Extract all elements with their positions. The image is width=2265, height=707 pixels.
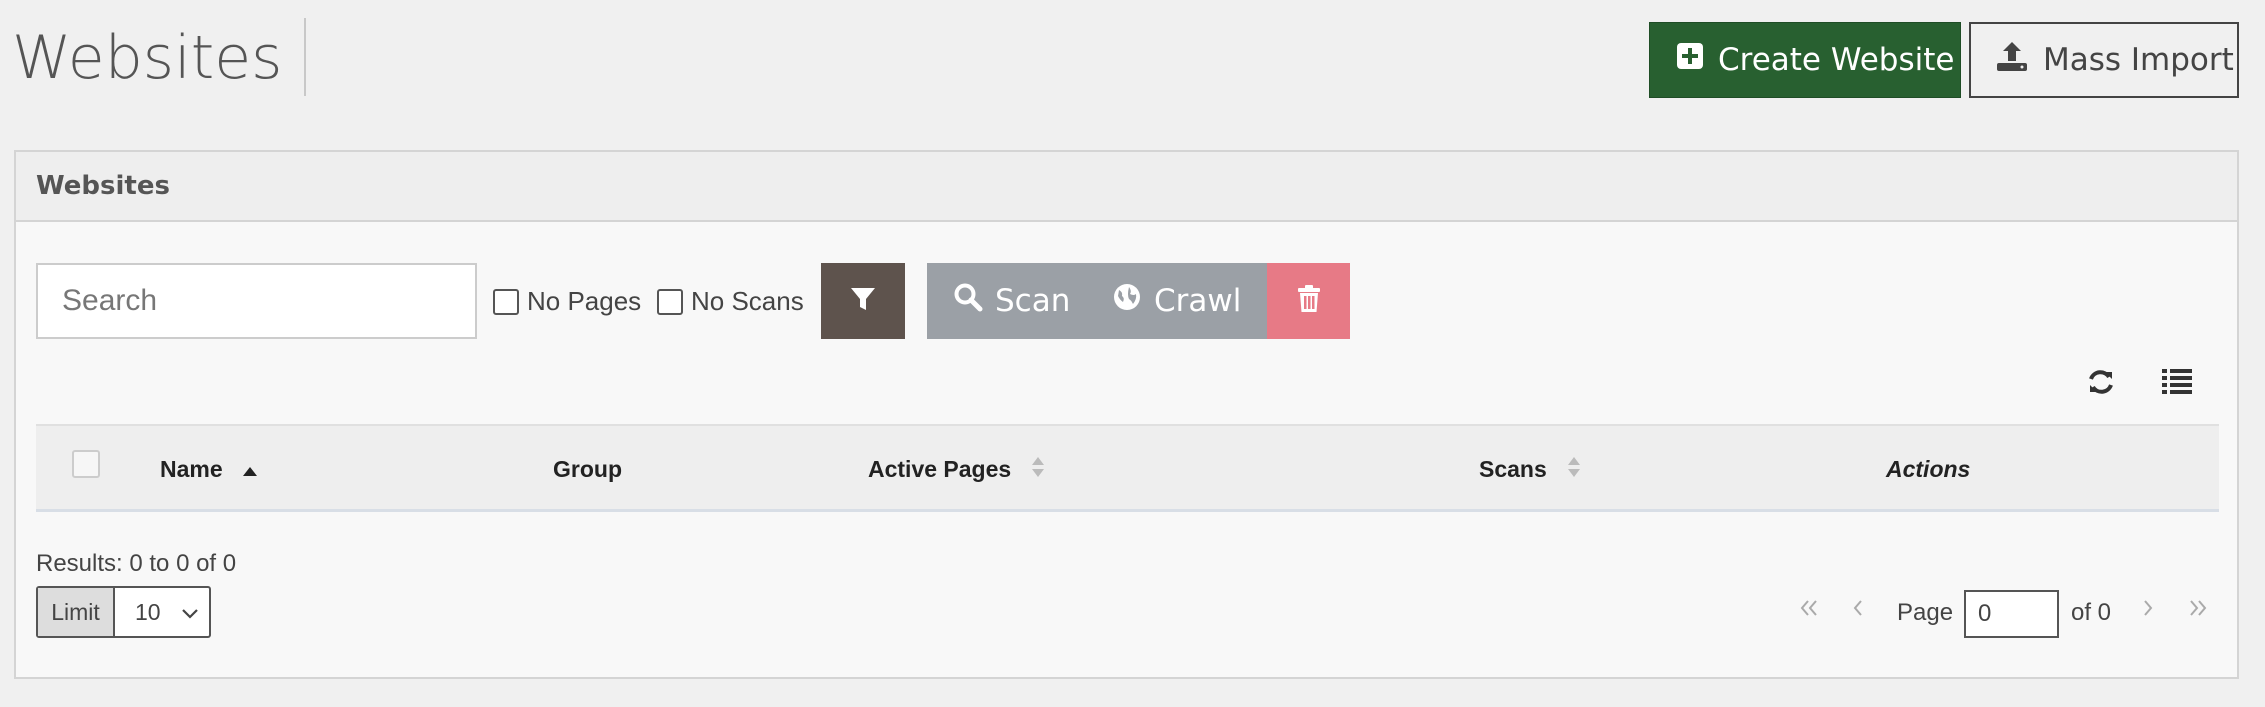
checkbox-box[interactable] (657, 288, 683, 315)
crawl-label: Crawl (1154, 283, 1242, 319)
limit-label: Limit (38, 588, 115, 636)
column-actions: Actions (1886, 456, 1970, 483)
column-label: Active Pages (868, 456, 1012, 482)
column-scans[interactable]: Scans (1479, 456, 1581, 483)
limit-select[interactable]: 10 (115, 588, 209, 636)
no-pages-label: No Pages (527, 286, 642, 316)
search-icon (953, 282, 983, 320)
no-scans-label: No Scans (691, 286, 804, 316)
panel-title: Websites (16, 152, 2237, 222)
bulk-action-group: Scan Crawl (927, 263, 1350, 339)
results-summary: Results: 0 to 0 of 0 (36, 550, 237, 577)
crawl-button[interactable]: Crawl (1094, 263, 1267, 339)
checkbox-box[interactable] (493, 288, 519, 315)
page-title: Websites (12, 18, 307, 96)
column-label: Actions (1886, 456, 1971, 482)
delete-button[interactable] (1267, 263, 1350, 339)
sort-asc-icon (242, 456, 257, 483)
limit-value: 10 (135, 598, 161, 625)
upload-icon (1995, 40, 2029, 80)
first-page-icon[interactable] (1799, 598, 1819, 623)
refresh-icon[interactable] (2087, 368, 2115, 401)
scan-label: Scan (995, 283, 1071, 319)
next-page-icon[interactable] (2141, 598, 2155, 623)
select-all-checkbox[interactable] (72, 450, 100, 478)
create-website-button[interactable]: Create Website (1649, 22, 1961, 98)
page-label: Page (1897, 599, 1954, 626)
no-scans-checkbox[interactable]: No Scans (657, 286, 804, 317)
mass-import-label: Mass Import (2043, 42, 2234, 78)
chevron-down-icon (181, 599, 199, 626)
last-page-icon[interactable] (2188, 598, 2208, 623)
no-pages-checkbox[interactable]: No Pages (493, 286, 641, 317)
trash-icon (1297, 284, 1321, 318)
search-input[interactable] (36, 263, 477, 339)
limit-control: Limit 10 (36, 586, 211, 638)
globe-icon (1112, 282, 1142, 320)
prev-page-icon[interactable] (1851, 598, 1865, 623)
column-name[interactable]: Name (160, 456, 257, 483)
filter-icon (849, 285, 877, 318)
column-label: Name (160, 456, 223, 482)
column-label: Scans (1479, 456, 1547, 482)
scan-button[interactable]: Scan (927, 263, 1094, 339)
column-group[interactable]: Group (553, 456, 622, 483)
page-total: of 0 (2071, 599, 2112, 626)
websites-panel: Websites No Pages No Scans Scan Crawl (14, 150, 2239, 679)
filter-button[interactable] (821, 263, 905, 339)
mass-import-button[interactable]: Mass Import (1969, 22, 2239, 98)
column-label: Group (553, 456, 622, 482)
list-icon[interactable] (2162, 368, 2192, 399)
sort-both-icon (1567, 456, 1581, 483)
sort-both-icon (1031, 456, 1045, 483)
plus-square-icon (1676, 42, 1704, 78)
table-header: Name Group Active Pages Scans Actions (36, 424, 2219, 512)
column-active-pages[interactable]: Active Pages (868, 456, 1045, 483)
page-number-input[interactable] (1964, 590, 2059, 638)
create-website-label: Create Website (1718, 42, 1955, 78)
